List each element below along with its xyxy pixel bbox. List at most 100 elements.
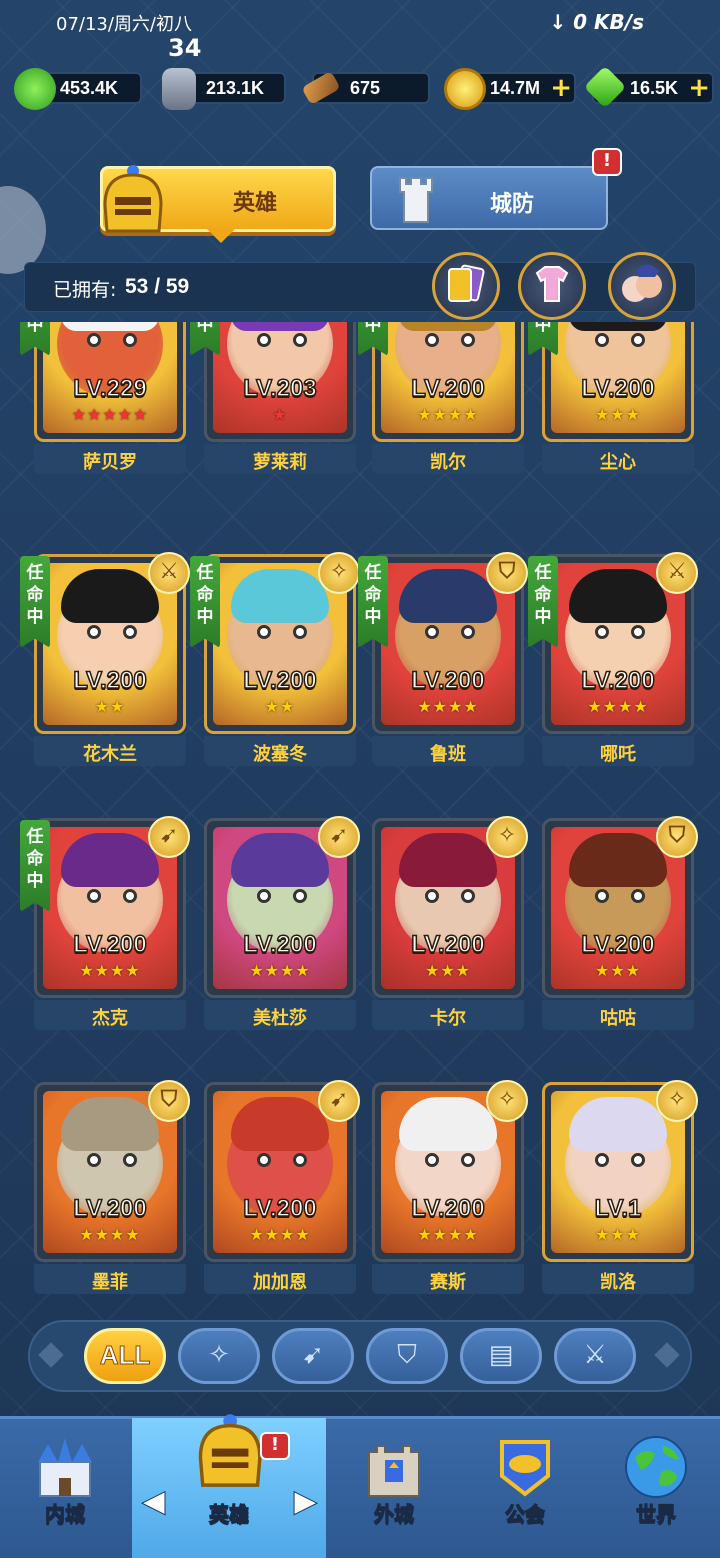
hero-eye [461, 333, 475, 347]
appointed-ribbon-text: 任命中 [196, 563, 214, 627]
shirt-icon [535, 266, 569, 302]
skin-button[interactable] [518, 252, 586, 320]
resource-hammer[interactable]: 675 [301, 70, 430, 106]
hero-level: LV.200 [243, 1194, 318, 1223]
tab-pointer [207, 229, 235, 243]
hero-card[interactable]: LV.200 ★★★ ✧ 卡尔 [372, 816, 528, 1030]
hero-card[interactable]: LV.200 ★★★★ ➹ 美杜莎 [204, 816, 360, 1030]
hero-role-icon: ✧ [486, 816, 528, 858]
hero-card-frame: LV.200 ★★★ [542, 322, 694, 442]
hero-card[interactable]: LV.200 ★★★★ 任命中凯尔 [358, 322, 524, 474]
hero-card[interactable]: LV.200 ★★★★ ➹ 任命中杰克 [20, 816, 190, 1030]
hero-card[interactable]: LV.200 ★★ ✧ 任命中波塞冬 [190, 552, 360, 766]
hero-card[interactable]: LV.200 ★★★★ ⛉ 墨菲 [34, 1080, 190, 1294]
hero-name: 墨菲 [92, 1272, 128, 1293]
hero-eye [461, 1153, 475, 1167]
book-filter-icon[interactable]: ▤ [460, 1328, 542, 1384]
hero-stars: ★★★★ [249, 1225, 311, 1244]
hero-name: 波塞冬 [253, 744, 307, 765]
hero-eye [461, 889, 475, 903]
hero-card[interactable]: LV.200 ★★★★ ⚔ 任命中哪吒 [528, 552, 698, 766]
hero-level: LV.200 [411, 1194, 486, 1223]
cards-icon [448, 264, 485, 302]
appointed-ribbon-text: 任命中 [26, 563, 44, 627]
nav-inner-city[interactable]: 内城 [0, 1418, 130, 1558]
resource-exp[interactable]: 453.4K [14, 68, 142, 110]
tab-hero[interactable]: 英雄 [100, 165, 336, 243]
hero-stars: ★★ [264, 697, 296, 716]
add-gem-button[interactable]: + [688, 74, 710, 102]
tab-city-defense[interactable]: 城防 [370, 166, 608, 230]
network-speed: ↓ 0 KB/s [549, 10, 644, 34]
hero-card[interactable]: LV.1 ★★★ ✧ 凯洛 [542, 1080, 698, 1294]
hero-card[interactable]: LV.200 ★★★ ⛉ 咕咕 [542, 816, 698, 1030]
resource-gold[interactable]: 14.7M + [444, 68, 576, 110]
hero-eye [425, 889, 439, 903]
nav-prev-arrow-icon[interactable]: ◀ [141, 1484, 165, 1520]
hero-cards-button[interactable] [432, 252, 500, 320]
hero-stars: ★★★★ [79, 961, 141, 980]
hero-eye [123, 1153, 137, 1167]
tank-filter-icon[interactable]: ⛉ [366, 1328, 448, 1384]
exp-gem-icon [14, 68, 56, 110]
resource-gem-value: 16.5K [630, 78, 679, 98]
resource-stone-value: 213.1K [206, 78, 265, 98]
hero-role-icon: ⛉ [656, 816, 698, 858]
hero-hair [61, 833, 159, 887]
appointed-ribbon-text: 任命中 [534, 322, 552, 335]
archer-filter-icon[interactable]: ➹ [272, 1328, 354, 1384]
hero-name: 卡尔 [430, 1008, 466, 1029]
hero-hair [399, 833, 497, 887]
hero-level: LV.1 [594, 1194, 642, 1223]
hero-name: 凯洛 [600, 1272, 636, 1293]
hero-eye [257, 1153, 271, 1167]
filter-all-button[interactable]: ALL [84, 1328, 166, 1384]
hero-eye [425, 1153, 439, 1167]
appointed-ribbon: 任命中 [20, 556, 50, 648]
hero-eye [425, 333, 439, 347]
hero-card[interactable]: LV.203 ★ 任命中萝莱莉 [190, 322, 356, 474]
hero-card[interactable]: LV.200 ★★★★ ⛉ 任命中鲁班 [358, 552, 528, 766]
hero-stars: ★ [272, 405, 288, 424]
hero-role-icon: ➹ [318, 1080, 360, 1122]
hero-eye [87, 333, 101, 347]
hero-eye [631, 1153, 645, 1167]
add-gold-button[interactable]: + [550, 74, 572, 102]
hero-name: 凯尔 [430, 452, 466, 473]
appointed-ribbon: 任命中 [20, 820, 50, 912]
hero-eye [595, 333, 609, 347]
nav-outer-city[interactable]: 外城 [330, 1418, 458, 1558]
hero-level: LV.200 [411, 666, 486, 695]
team-button[interactable] [608, 252, 676, 320]
hero-stars: ★★★★★ [71, 405, 149, 424]
hero-eye [123, 333, 137, 347]
city-defense-alert-icon: ! [592, 148, 622, 176]
nav-inner-city-label: 内城 [45, 1502, 86, 1527]
hero-level: LV.200 [243, 666, 318, 695]
nav-next-arrow-icon[interactable]: ▶ [293, 1484, 317, 1520]
nav-world[interactable]: 世界 [592, 1418, 720, 1558]
hero-card-frame: LV.229 ★★★★★ [34, 322, 186, 442]
hero-hair [61, 322, 159, 331]
hero-card[interactable]: LV.200 ★★★ 任命中尘心 [528, 322, 694, 474]
hero-card[interactable]: LV.200 ★★★★ ➹ 加加恩 [204, 1080, 360, 1294]
resource-stone[interactable]: 213.1K [162, 68, 286, 110]
appointed-ribbon: 任命中 [190, 556, 220, 648]
hero-eye [293, 333, 307, 347]
team-portrait-icon [622, 264, 662, 302]
nav-guild[interactable]: 公会 [460, 1418, 590, 1558]
hero-stars: ★★★ [424, 961, 472, 980]
appointed-ribbon: 任命中 [528, 556, 558, 648]
hero-stars: ★★★★ [249, 961, 311, 980]
floating-side-button[interactable] [0, 186, 46, 274]
hero-role-icon: ⚔ [148, 552, 190, 594]
mage-filter-icon[interactable]: ✧ [178, 1328, 260, 1384]
hero-stars: ★★★★ [417, 405, 479, 424]
hero-stars: ★★★★ [417, 1225, 479, 1244]
hero-card[interactable]: LV.200 ★★★★ ✧ 赛斯 [372, 1080, 528, 1294]
resource-gem[interactable]: 16.5K + [583, 65, 714, 109]
hero-card[interactable]: LV.229 ★★★★★ 任命中萨贝罗 [20, 322, 186, 474]
hero-card[interactable]: LV.200 ★★ ⚔ 任命中花木兰 [20, 552, 190, 766]
sword-filter-icon[interactable]: ⚔ [554, 1328, 636, 1384]
hero-eye [257, 333, 271, 347]
